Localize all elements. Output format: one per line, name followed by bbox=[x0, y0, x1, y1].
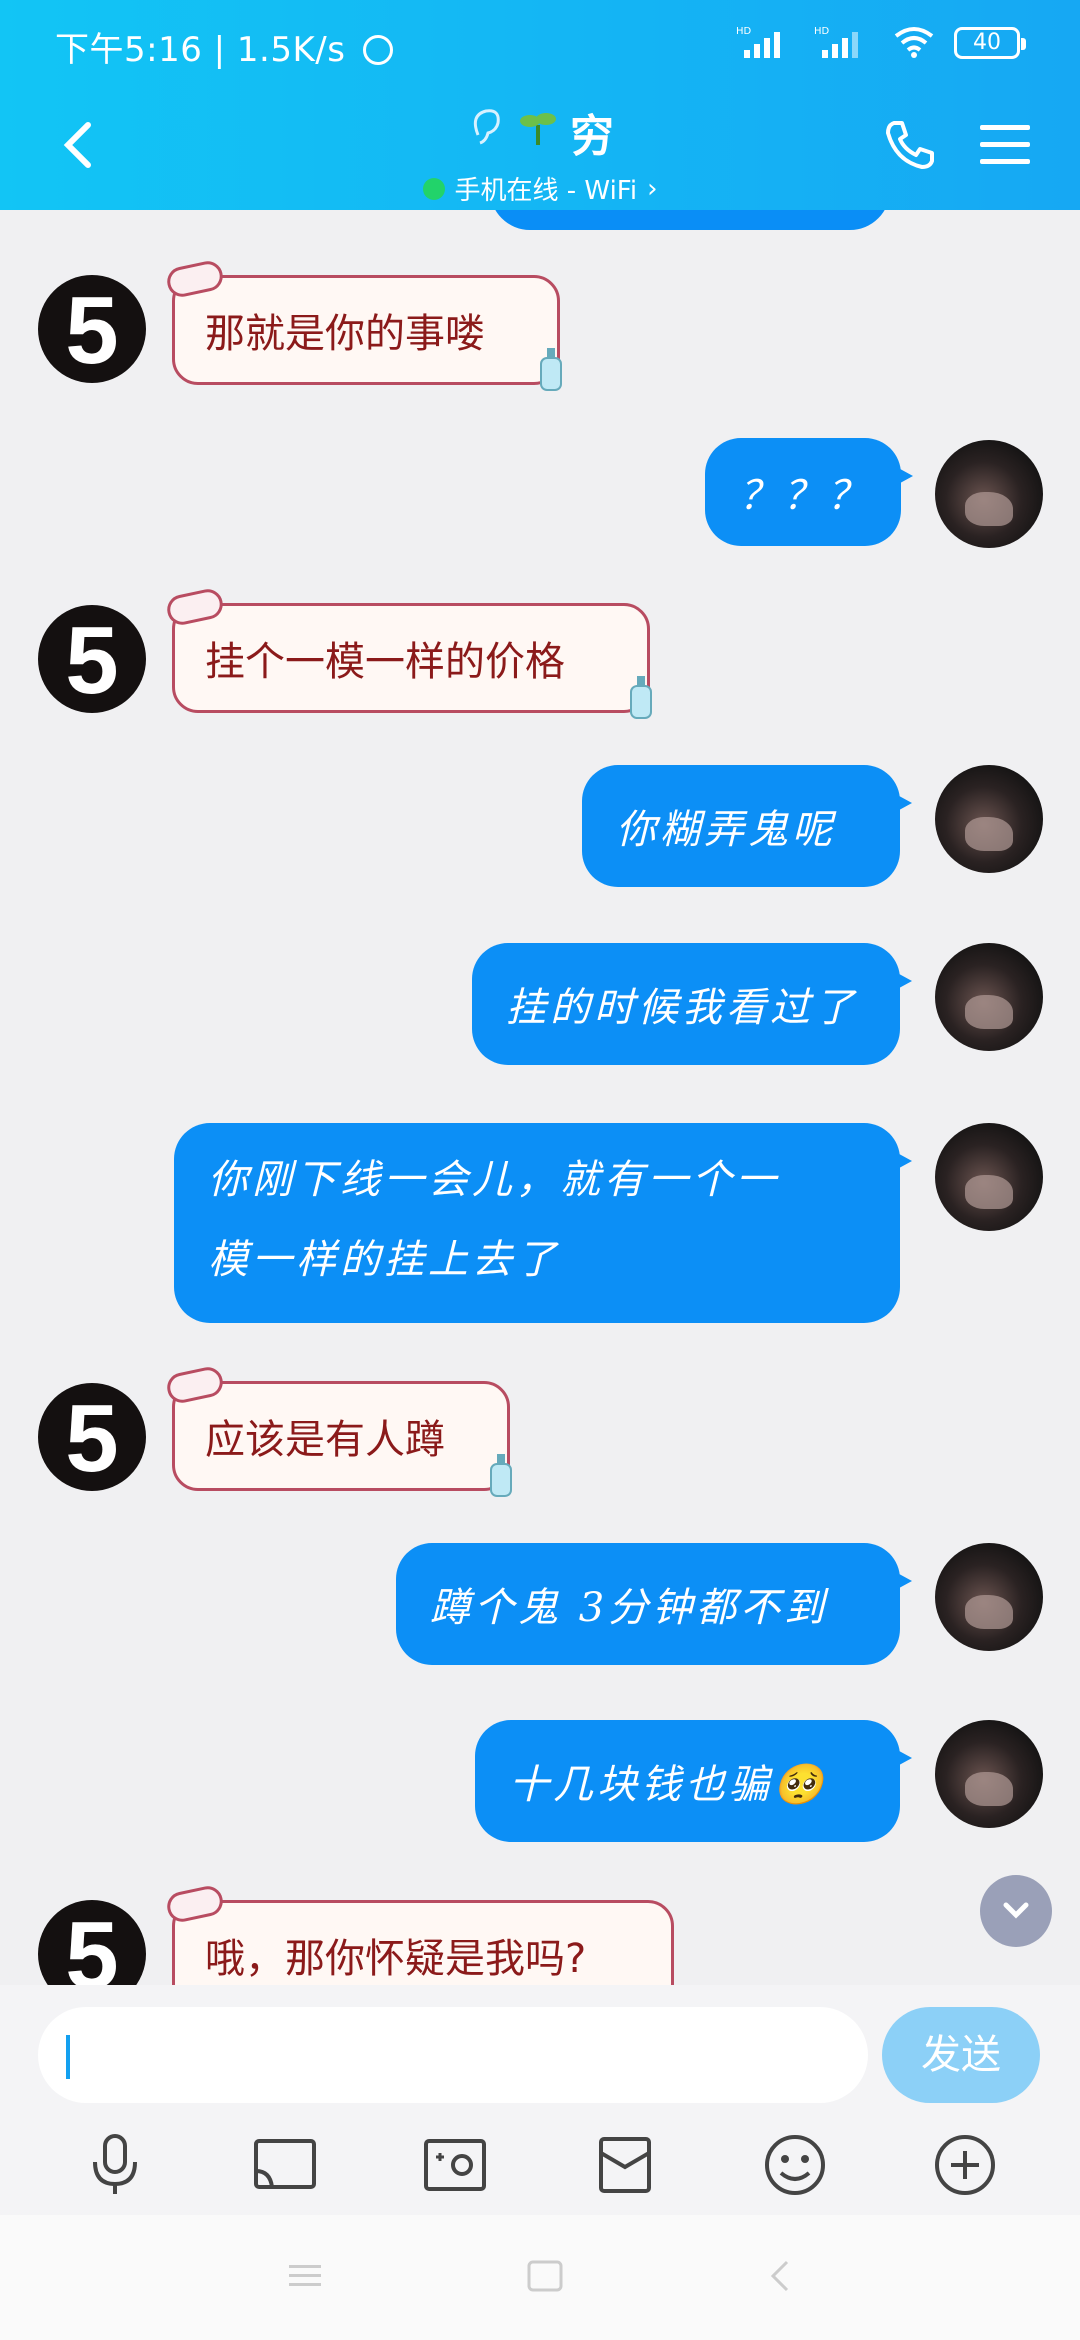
avatar-label: 5 bbox=[65, 277, 119, 383]
alarm-icon bbox=[362, 35, 393, 65]
more-button[interactable] bbox=[930, 2130, 1000, 2200]
status-time-speed: 下午5:16 | 1.5K/s bbox=[55, 22, 393, 71]
avatar-label: 5 bbox=[65, 1902, 119, 1985]
message-text: 十几块钱也骗🥺 bbox=[509, 1762, 827, 1808]
call-button[interactable] bbox=[880, 115, 940, 175]
avatar[interactable] bbox=[935, 765, 1043, 873]
hamburger-icon bbox=[980, 125, 1030, 164]
message-bubble-right[interactable]: 你刚下线一会儿，就有一个一 模一样的挂上去了 bbox=[174, 1123, 912, 1323]
soap-bottle-icon bbox=[540, 348, 562, 391]
sprout-icon bbox=[518, 105, 558, 160]
message-bubble-left[interactable]: 那就是你的事喽 bbox=[164, 258, 562, 391]
message-bubble-right[interactable]: 你糊弄鬼呢 bbox=[582, 765, 912, 887]
square-icon bbox=[527, 2260, 563, 2291]
microphone-icon bbox=[93, 2134, 137, 2194]
avatar[interactable] bbox=[935, 1543, 1043, 1651]
system-nav-bar bbox=[0, 2215, 1080, 2340]
online-status-dot bbox=[422, 177, 445, 200]
clip-decoration-icon bbox=[164, 1883, 226, 1925]
cast-icon bbox=[254, 2139, 316, 2189]
status-time: 下午5:16 | 1.5K/s bbox=[55, 30, 346, 70]
message-text: 那就是你的事喽 bbox=[205, 311, 485, 357]
message-text: 应该是有人蹲 bbox=[205, 1417, 445, 1463]
message-bubble-right[interactable]: 十几块钱也骗🥺 bbox=[475, 1720, 912, 1842]
title-bar: 穷 手机在线 - WiFi › bbox=[0, 95, 1080, 206]
send-button[interactable]: 发送 bbox=[882, 2007, 1040, 2103]
camera-icon bbox=[424, 2139, 486, 2191]
message-bubble-left[interactable]: 挂个一模一样的价格 bbox=[164, 586, 652, 719]
camera-button[interactable] bbox=[420, 2130, 490, 2200]
avatar-label: 5 bbox=[65, 607, 119, 713]
voice-button[interactable] bbox=[80, 2130, 150, 2200]
phone-icon bbox=[886, 121, 934, 169]
contact-name: 穷 bbox=[570, 111, 614, 162]
battery-icon: 40 bbox=[954, 27, 1026, 59]
message-text: 你刚下线一会儿，就有一个一 bbox=[208, 1157, 780, 1203]
red-packet-button[interactable] bbox=[590, 2130, 660, 2200]
emoji-button[interactable] bbox=[760, 2130, 830, 2200]
chevron-right-icon: › bbox=[647, 173, 658, 204]
message-bubble-right[interactable]: 挂的时候我看过了 bbox=[472, 943, 912, 1065]
signal-icon: HD bbox=[814, 24, 874, 62]
text-cursor bbox=[66, 2035, 70, 2079]
ear-icon bbox=[466, 105, 506, 160]
chevron-down-icon bbox=[1003, 1902, 1029, 1919]
message-bubble-left[interactable]: 哦，那你怀疑是我吗? bbox=[164, 1883, 674, 1985]
chat-area[interactable]: 5 那就是你的事喽 ？？？ 5 挂个一模一样的价格 你糊弄鬼呢 挂的时候我看过了… bbox=[0, 210, 1080, 1985]
message-bubble-left[interactable]: 应该是有人蹲 bbox=[164, 1364, 512, 1497]
message-text: 挂的时候我看过了 bbox=[506, 985, 858, 1031]
message-text: 哦，那你怀疑是我吗? bbox=[205, 1936, 587, 1982]
message-bubble-right[interactable]: 蹲个鬼 3分钟都不到 bbox=[396, 1543, 912, 1665]
chevron-left-icon bbox=[770, 2260, 789, 2291]
message-text: 挂个一模一样的价格 bbox=[205, 639, 565, 685]
partial-message-bubble bbox=[490, 210, 890, 230]
message-text: ？？？ bbox=[739, 473, 871, 519]
avatar-label: 5 bbox=[65, 1385, 119, 1491]
message-bubble-right[interactable]: ？？？ bbox=[705, 438, 913, 546]
back-nav-button[interactable] bbox=[765, 2258, 795, 2298]
input-bar: 发送 bbox=[0, 1985, 1080, 2215]
message-input[interactable] bbox=[38, 2007, 868, 2103]
clip-decoration-icon bbox=[164, 1364, 226, 1406]
avatar[interactable]: 5 bbox=[38, 1900, 146, 1985]
avatar[interactable] bbox=[935, 1123, 1043, 1231]
svg-text:HD: HD bbox=[736, 26, 752, 37]
input-toolbar bbox=[0, 2120, 1080, 2210]
avatar[interactable] bbox=[935, 440, 1043, 548]
avatar[interactable]: 5 bbox=[38, 275, 146, 383]
wifi-icon bbox=[892, 24, 936, 62]
red-packet-icon bbox=[599, 2137, 651, 2193]
online-status-text: 手机在线 - WiFi bbox=[454, 176, 638, 206]
menu-button[interactable] bbox=[975, 117, 1035, 173]
status-bar: 下午5:16 | 1.5K/s HD HD 40 bbox=[0, 0, 1080, 90]
message-text: 蹲个鬼 3分钟都不到 bbox=[430, 1585, 829, 1631]
avatar[interactable] bbox=[935, 943, 1043, 1051]
soap-bottle-icon bbox=[490, 1454, 512, 1497]
message-text: 你糊弄鬼呢 bbox=[616, 807, 836, 853]
avatar[interactable] bbox=[935, 1720, 1043, 1828]
avatar[interactable]: 5 bbox=[38, 605, 146, 713]
clip-decoration-icon bbox=[164, 258, 226, 300]
avatar[interactable]: 5 bbox=[38, 1383, 146, 1491]
soap-bottle-icon bbox=[630, 676, 652, 719]
recents-nav-button[interactable] bbox=[285, 2261, 325, 2295]
clip-decoration-icon bbox=[164, 586, 226, 628]
screen-share-button[interactable] bbox=[250, 2130, 320, 2200]
scroll-to-bottom-button[interactable] bbox=[980, 1875, 1052, 1947]
plus-circle-icon bbox=[935, 2135, 995, 2195]
chat-header: 下午5:16 | 1.5K/s HD HD 40 穷 手机在线 - WiFi › bbox=[0, 0, 1080, 210]
message-text: 模一样的挂上去了 bbox=[208, 1237, 560, 1283]
signal-icon: HD bbox=[736, 24, 796, 62]
home-nav-button[interactable] bbox=[525, 2258, 565, 2298]
menu-lines-icon bbox=[289, 2264, 321, 2286]
smiley-icon bbox=[765, 2135, 825, 2195]
status-icons: HD HD 40 bbox=[736, 24, 1026, 62]
svg-text:HD: HD bbox=[814, 26, 830, 37]
